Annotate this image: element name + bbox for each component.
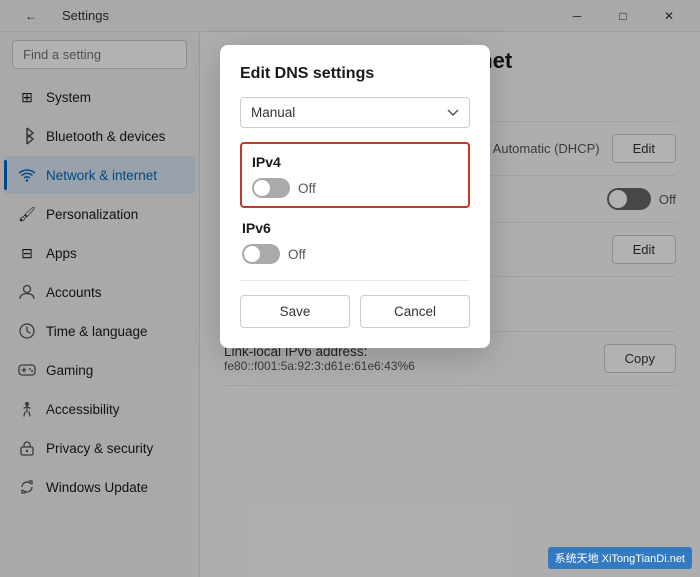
ipv6-toggle[interactable] bbox=[242, 244, 280, 264]
ipv4-toggle-label: Off bbox=[298, 181, 316, 196]
dns-mode-select[interactable]: Automatic (DHCP) Manual bbox=[240, 97, 470, 128]
ipv4-section: IPv4 Off bbox=[240, 142, 470, 208]
dialog-footer: Save Cancel bbox=[240, 280, 470, 328]
ipv6-label: IPv6 bbox=[242, 220, 468, 236]
ipv6-toggle-label: Off bbox=[288, 247, 306, 262]
ipv6-section: IPv6 Off bbox=[240, 220, 470, 264]
ipv6-toggle-row: Off bbox=[242, 244, 468, 264]
ipv4-label: IPv4 bbox=[252, 154, 458, 170]
dialog-title: Edit DNS settings bbox=[240, 65, 470, 83]
ipv4-toggle-row: Off bbox=[252, 178, 458, 198]
app-container: ⊞ System Bluetooth & devices bbox=[0, 32, 700, 577]
cancel-button[interactable]: Cancel bbox=[360, 295, 470, 328]
edit-dns-dialog: Edit DNS settings Automatic (DHCP) Manua… bbox=[220, 45, 490, 348]
watermark: 系统天地 XiTongTianDi.net bbox=[548, 547, 692, 569]
ipv4-toggle[interactable] bbox=[252, 178, 290, 198]
save-button[interactable]: Save bbox=[240, 295, 350, 328]
